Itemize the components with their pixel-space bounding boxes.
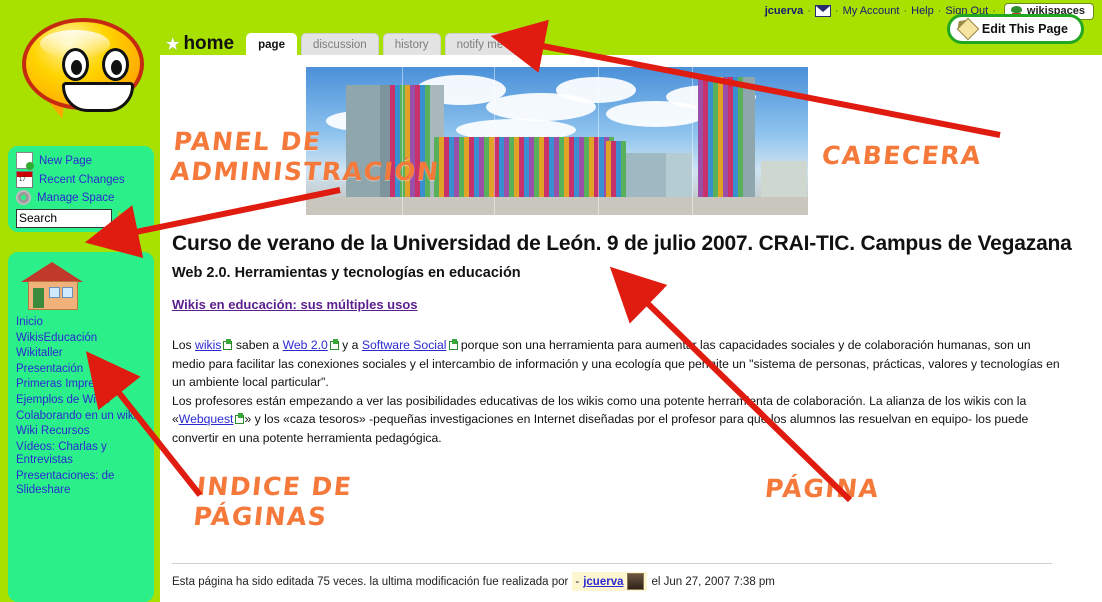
recent-changes-label: Recent Changes bbox=[39, 173, 125, 186]
page-title: ★ home bbox=[166, 33, 234, 55]
content-subtitle: Web 2.0. Herramientas y tecnologías en e… bbox=[172, 265, 521, 281]
user-avatar bbox=[627, 573, 645, 590]
footer-user-chip: - jcuerva bbox=[572, 572, 648, 591]
screenshot-root: jcuerva · · My Account · Help · Sign Out… bbox=[0, 0, 1102, 602]
topbar-username: jcuerva bbox=[764, 5, 804, 17]
content-body: Los wikis saben a Web 2.0 y a Software S… bbox=[172, 336, 1064, 448]
manage-space-label: Manage Space bbox=[37, 191, 115, 204]
external-link-icon bbox=[329, 339, 339, 350]
index-item-inicio[interactable]: Inicio bbox=[16, 316, 146, 330]
index-item-wikitaller[interactable]: Wikitaller bbox=[16, 347, 146, 361]
account-topbar: jcuerva · · My Account · Help · Sign Out… bbox=[0, 0, 1102, 22]
annotation-page: PÁGINA bbox=[763, 474, 882, 503]
star-icon[interactable]: ★ bbox=[166, 35, 179, 53]
footer-divider bbox=[172, 563, 1052, 564]
index-item-primeras-impresiones[interactable]: Primeras Impresiones bbox=[16, 378, 146, 392]
index-item-videos-charlas-entrevistas[interactable]: Vídeos: Charlas y Entrevistas bbox=[16, 441, 146, 468]
link-software-social[interactable]: Software Social bbox=[362, 338, 447, 352]
gear-icon bbox=[16, 190, 31, 205]
index-item-wiki-recursos[interactable]: Wiki Recursos bbox=[16, 425, 146, 439]
p2-text-b: » y los «caza tesoros» -pequeñas investi… bbox=[172, 412, 1029, 445]
link-webquest[interactable]: Webquest bbox=[179, 412, 234, 426]
topbar-separator-1: · bbox=[807, 5, 811, 17]
p1-text-c: y a bbox=[338, 338, 362, 352]
tab-page[interactable]: page bbox=[246, 33, 297, 55]
tab-history[interactable]: history bbox=[382, 33, 441, 55]
admin-item-recent-changes[interactable]: Recent Changes bbox=[16, 171, 146, 188]
green-arrow-icon[interactable] bbox=[118, 210, 131, 227]
edit-this-page-label: Edit This Page bbox=[981, 22, 1068, 36]
page-tabs: ★ home page discussion history notify me bbox=[166, 28, 516, 55]
footer-prefix: Esta página ha sido editada 75 veces. la… bbox=[172, 575, 569, 588]
topbar-separator-3: · bbox=[903, 5, 908, 17]
p1-text-b: saben a bbox=[232, 338, 283, 352]
envelope-icon[interactable] bbox=[814, 5, 831, 17]
new-page-label: New Page bbox=[39, 154, 93, 167]
page-index-panel: Inicio WikisEducación Wikitaller Present… bbox=[8, 252, 154, 602]
page-index-list: Inicio WikisEducación Wikitaller Present… bbox=[16, 316, 146, 497]
annotation-page-index: INDICE DE PÁGINAS bbox=[191, 472, 354, 531]
index-item-wikiseducacion[interactable]: WikisEducación bbox=[16, 332, 146, 346]
content-title: Curso de verano de la Universidad de Leó… bbox=[172, 232, 1072, 255]
topbar-separator-2: · bbox=[834, 5, 839, 17]
admin-panel: New Page Recent Changes Manage Space Sea… bbox=[8, 146, 154, 232]
link-wikis[interactable]: wikis bbox=[195, 338, 221, 352]
index-item-colaborando-en-un-wiki[interactable]: Colaborando en un wiki bbox=[16, 410, 146, 424]
link-web20[interactable]: Web 2.0 bbox=[283, 338, 328, 352]
edit-this-page-button[interactable]: Edit This Page bbox=[946, 14, 1084, 44]
paragraph-2: Los profesores están empezando a ver las… bbox=[172, 392, 1064, 448]
page-footer: Esta página ha sido editada 75 veces. la… bbox=[172, 572, 775, 591]
p1-text-a: Los bbox=[172, 338, 196, 352]
footer-suffix: el Jun 27, 2007 7:38 pm bbox=[651, 575, 775, 588]
footer-dash: - bbox=[575, 575, 580, 588]
tab-discussion[interactable]: discussion bbox=[300, 33, 379, 55]
page-name-label: home bbox=[183, 33, 235, 54]
footer-user-link[interactable]: jcuerva bbox=[583, 576, 623, 588]
smiley-speech-bubble-logo bbox=[10, 10, 155, 135]
index-item-presentacion[interactable]: Presentación bbox=[16, 363, 146, 377]
topbar-separator-4: · bbox=[937, 5, 942, 17]
search-row: Search bbox=[16, 209, 146, 228]
index-item-ejemplos-de-wikis[interactable]: Ejemplos de Wikis bbox=[16, 394, 146, 408]
bubble-face bbox=[22, 18, 144, 112]
help-link[interactable]: Help bbox=[911, 5, 934, 17]
index-item-presentaciones-slideshare[interactable]: Presentaciones: de Slideshare bbox=[16, 470, 146, 497]
calendar-icon bbox=[16, 171, 33, 188]
annotation-header: CABECERA bbox=[820, 141, 984, 170]
admin-item-manage-space[interactable]: Manage Space bbox=[16, 190, 146, 205]
my-account-link[interactable]: My Account bbox=[843, 5, 900, 17]
external-link-icon bbox=[235, 413, 245, 425]
smile-icon bbox=[62, 82, 134, 112]
eye-right-icon bbox=[102, 48, 129, 81]
admin-item-new-page[interactable]: New Page bbox=[16, 152, 146, 170]
eye-left-icon bbox=[62, 48, 89, 81]
external-link-icon bbox=[448, 339, 458, 350]
new-page-icon bbox=[16, 152, 34, 170]
tab-notify-me[interactable]: notify me bbox=[444, 33, 516, 55]
paragraph-1: Los wikis saben a Web 2.0 y a Software S… bbox=[172, 336, 1064, 392]
search-input[interactable]: Search bbox=[16, 209, 112, 228]
pencil-icon bbox=[956, 17, 980, 41]
annotation-admin-panel: PANEL DE ADMINISTRACIÓN bbox=[168, 127, 442, 186]
section-link[interactable]: Wikis en educación: sus múltiples usos bbox=[172, 297, 418, 312]
house-icon[interactable] bbox=[21, 262, 83, 310]
external-link-icon bbox=[223, 339, 233, 350]
